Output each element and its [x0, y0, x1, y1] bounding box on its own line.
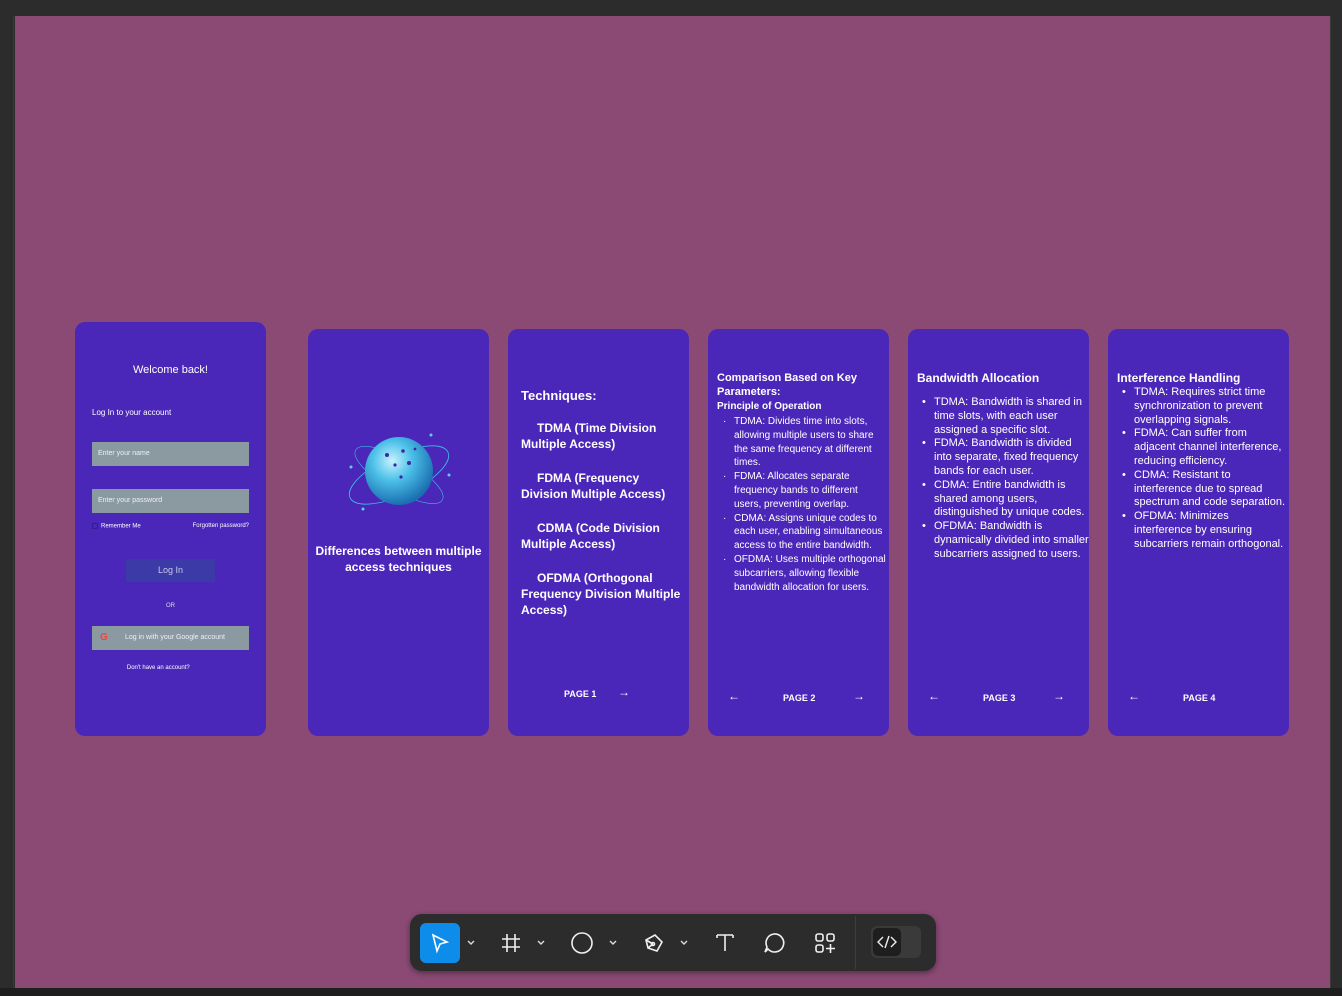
actions-icon: [815, 933, 835, 953]
design-canvas[interactable]: Welcome back! Log In to your account Ent…: [15, 16, 1330, 988]
text-tool-button[interactable]: [705, 923, 745, 963]
list-item: TDMA: Requires strict time synchronizati…: [1117, 386, 1289, 427]
text-icon: [716, 934, 734, 951]
bottom-toolbar: [410, 914, 936, 971]
intro-title: Differences between multiple access tech…: [315, 544, 482, 574]
technique-item: TDMA (Time Division Multiple Access): [521, 421, 657, 451]
next-arrow-icon[interactable]: →: [853, 689, 865, 703]
page-label: PAGE 4: [1183, 693, 1216, 703]
technique-item: FDMA (Frequency Division Multiple Access…: [521, 471, 666, 501]
next-arrow-icon[interactable]: →: [1053, 689, 1065, 703]
password-field[interactable]: Enter your password: [92, 489, 249, 513]
or-divider: OR: [166, 603, 175, 609]
remember-me-checkbox[interactable]: Remember Me: [92, 523, 141, 530]
page-label: PAGE 1: [564, 689, 597, 699]
page-2-list: TDMA: Divides time into slots, allowing …: [721, 415, 886, 594]
page-label: PAGE 2: [783, 693, 816, 703]
comment-tool-button[interactable]: [754, 923, 794, 963]
google-login-button[interactable]: G Log in with your Google account: [92, 626, 249, 650]
toolbar-divider: [855, 916, 856, 969]
cursor-icon: [431, 933, 450, 954]
page-3-title: Bandwidth Allocation: [917, 371, 1040, 385]
prev-arrow-icon[interactable]: ←: [728, 689, 740, 703]
pen-tool-button[interactable]: [634, 923, 674, 963]
list-item: CDMA: Resistant to interference due to s…: [1117, 469, 1289, 510]
name-field[interactable]: Enter your name: [92, 442, 249, 466]
list-item: CDMA: Entire bandwidth is shared among u…: [917, 479, 1089, 520]
remember-row: Remember Me Forgotten password?: [92, 523, 249, 530]
list-item: FDMA: Allocates separate frequency bands…: [721, 470, 886, 511]
page-2-subtitle: Principle of Operation: [717, 401, 822, 412]
google-login-label: Log in with your Google account: [125, 634, 226, 641]
chevron-down-icon[interactable]: [608, 938, 618, 948]
no-account-text: Don't have an account?: [126, 665, 190, 671]
technique-item: OFDMA (Orthogonal Frequency Division Mul…: [521, 571, 681, 617]
technique-item: CDMA (Code Division Multiple Access): [521, 521, 660, 551]
dev-mode-knob: [873, 928, 901, 956]
left-panel-edge: [0, 16, 14, 988]
intro-frame[interactable]: Differences between multiple access tech…: [308, 329, 489, 736]
page-2-title: Comparison Based on Key Parameters:: [717, 372, 857, 398]
login-button[interactable]: Log In: [126, 559, 215, 582]
list-item: CDMA: Assigns unique codes to each user,…: [721, 512, 886, 553]
globe-icon: [348, 433, 451, 511]
frame-icon: [502, 934, 520, 952]
list-item: FDMA: Bandwidth is divided into separate…: [917, 437, 1089, 478]
page-4-list: TDMA: Requires strict time synchronizati…: [1117, 386, 1289, 552]
top-bar: [0, 0, 1342, 16]
list-item: OFDMA: Uses multiple orthogonal subcarri…: [721, 553, 886, 594]
page-label: PAGE 3: [983, 693, 1016, 703]
chevron-down-icon[interactable]: [679, 938, 689, 948]
signup-link[interactable]: Sign Up: [193, 665, 214, 671]
list-item: TDMA: Divides time into slots, allowing …: [721, 415, 886, 470]
techniques-heading: Techniques:: [521, 388, 597, 403]
page-3-frame[interactable]: Bandwidth Allocation TDMA: Bandwidth is …: [908, 329, 1089, 736]
login-frame[interactable]: Welcome back! Log In to your account Ent…: [75, 322, 266, 736]
next-arrow-icon[interactable]: →: [618, 685, 630, 699]
google-icon: G: [100, 632, 108, 643]
list-item: OFDMA: Bandwidth is dynamically divided …: [917, 520, 1089, 561]
page-4-frame[interactable]: Interference Handling TDMA: Requires str…: [1108, 329, 1289, 736]
checkbox-icon: [92, 523, 98, 529]
signup-row: Don't have an account? Sign Up: [75, 665, 266, 671]
list-item: TDMA: Bandwidth is shared in time slots,…: [917, 396, 1089, 437]
welcome-heading: Welcome back!: [133, 364, 208, 376]
move-tool-button[interactable]: [420, 923, 460, 963]
page-1-frame[interactable]: Techniques: TDMA (Time Division Multiple…: [508, 329, 689, 736]
actions-tool-button[interactable]: [805, 923, 845, 963]
bottom-edge: [0, 988, 1342, 996]
login-subtitle: Log In to your account: [92, 408, 172, 417]
page-2-frame[interactable]: Comparison Based on Key Parameters: Prin…: [708, 329, 889, 736]
chevron-down-icon[interactable]: [466, 938, 476, 948]
prev-arrow-icon[interactable]: ←: [1128, 689, 1140, 703]
forgot-password-link[interactable]: Forgotten password?: [193, 523, 249, 530]
list-item: FDMA: Can suffer from adjacent channel i…: [1117, 427, 1289, 468]
page-3-list: TDMA: Bandwidth is shared in time slots,…: [917, 396, 1089, 562]
page-4-title: Interference Handling: [1117, 371, 1241, 385]
dev-mode-toggle[interactable]: [871, 926, 921, 958]
comment-icon: [764, 933, 785, 953]
chevron-down-icon[interactable]: [536, 938, 546, 948]
frame-tool-button[interactable]: [491, 923, 531, 963]
pen-icon: [645, 934, 663, 952]
list-item: OFDMA: Minimizes interference by ensurin…: [1117, 510, 1289, 551]
prev-arrow-icon[interactable]: ←: [928, 689, 940, 703]
ellipse-tool-button[interactable]: [562, 923, 602, 963]
remember-me-label: Remember Me: [101, 523, 141, 530]
right-panel-edge: [1330, 16, 1342, 988]
code-icon: [877, 935, 897, 949]
ellipse-icon: [571, 932, 593, 954]
